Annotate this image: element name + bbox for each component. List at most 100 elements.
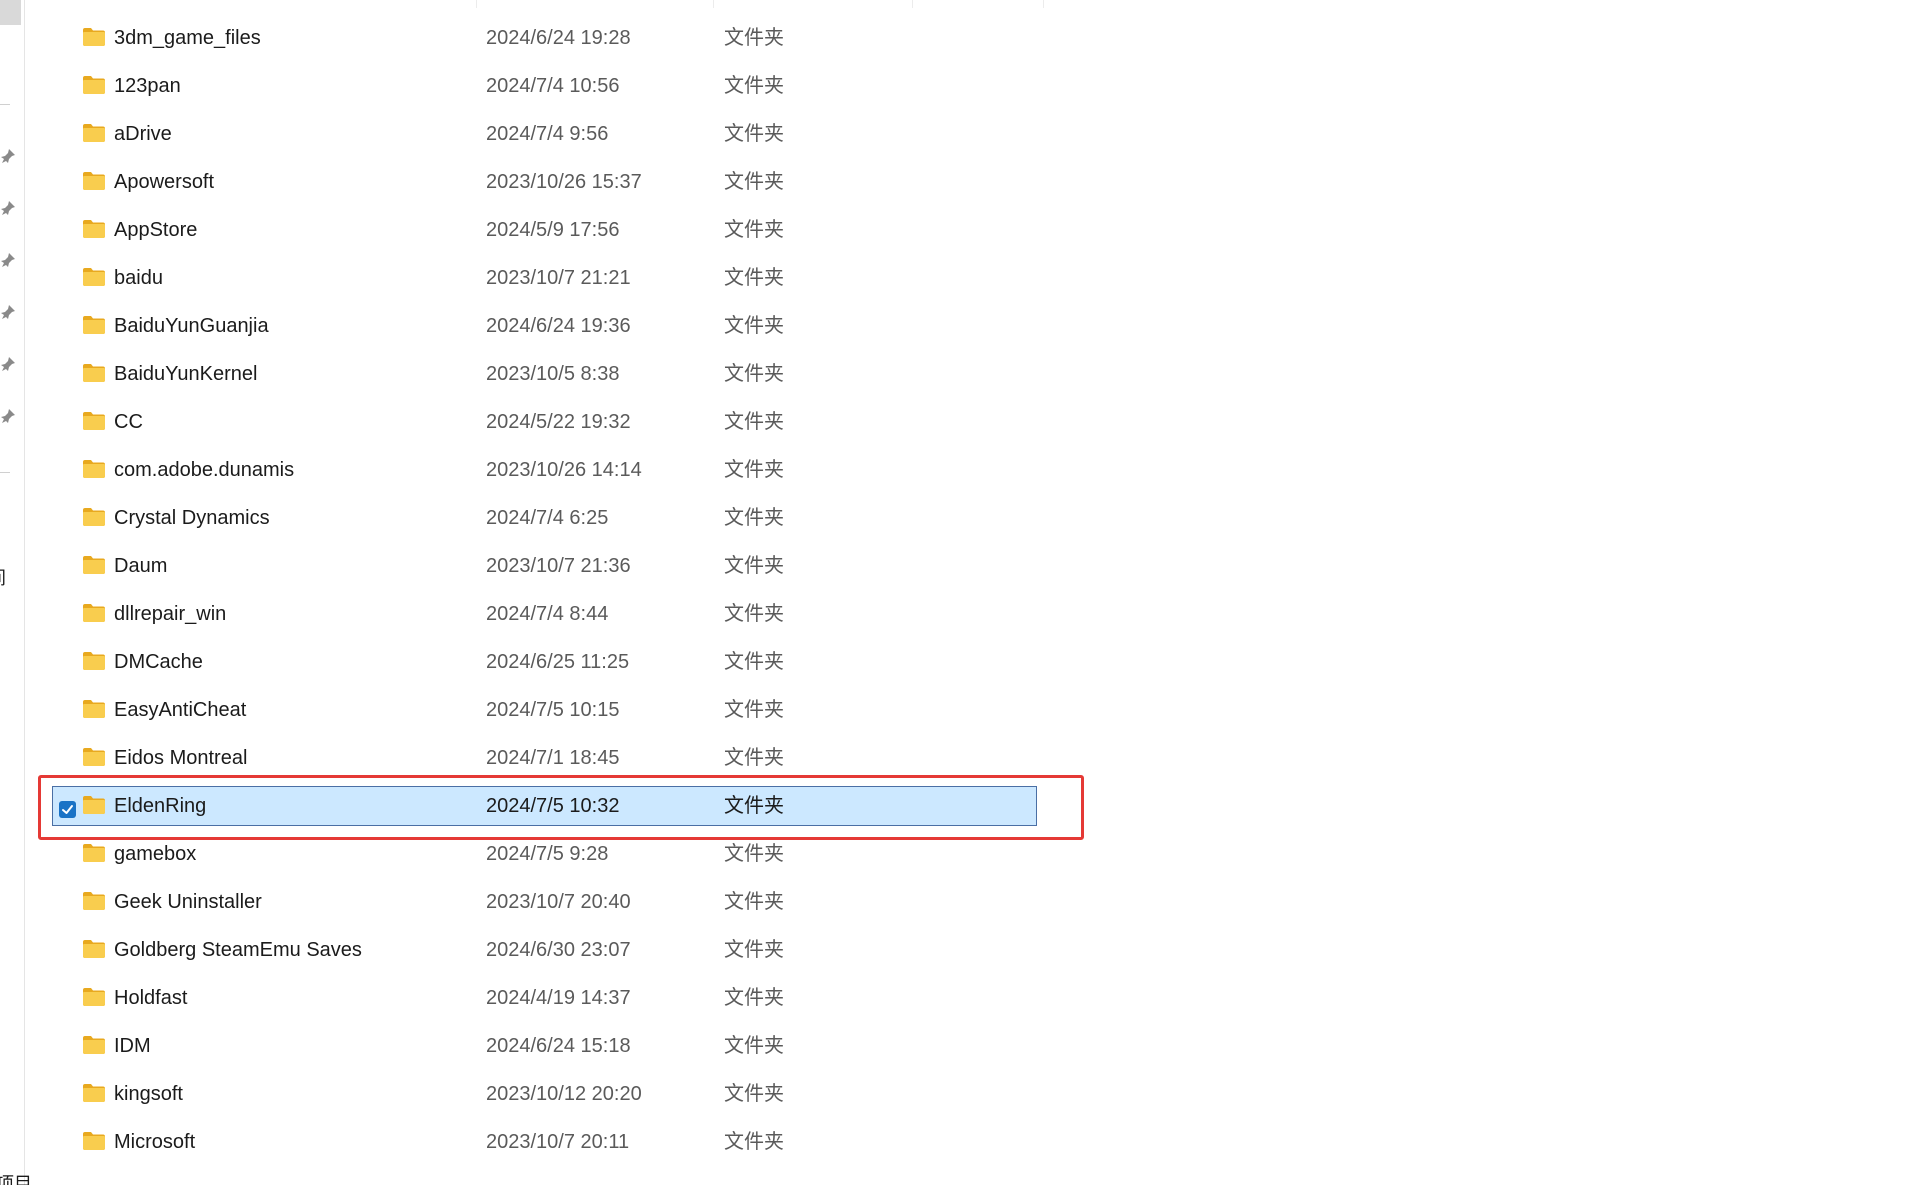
file-name: Apowersoft — [114, 171, 215, 193]
pin-icon[interactable] — [0, 200, 16, 216]
file-row[interactable]: gamebox 2024/7/5 9:28 文件夹 — [52, 834, 1037, 882]
file-row[interactable]: com.adobe.dunamis 2023/10/26 14:14 文件夹 — [52, 450, 1037, 498]
modified-date: 2023/10/26 14:14 — [486, 459, 642, 481]
file-type: 文件夹 — [724, 1035, 784, 1057]
file-type: 文件夹 — [724, 1083, 784, 1105]
modified-date: 2024/7/5 10:32 — [486, 795, 620, 817]
nav-scrollbar-thumb[interactable] — [0, 0, 21, 25]
file-row[interactable]: Microsoft 2023/10/7 20:11 文件夹 — [52, 1122, 1037, 1170]
file-type: 文件夹 — [724, 267, 784, 289]
checkbox[interactable] — [59, 801, 76, 818]
file-row[interactable]: kingsoft 2023/10/12 20:20 文件夹 — [52, 1074, 1037, 1122]
file-name: EldenRing — [114, 795, 207, 817]
pin-icon[interactable] — [0, 304, 16, 320]
file-row[interactable]: EasyAntiCheat 2024/7/5 10:15 文件夹 — [52, 690, 1037, 738]
file-name: kingsoft — [114, 1083, 183, 1105]
modified-date: 2024/7/4 9:56 — [486, 123, 609, 145]
folder-icon — [83, 1036, 105, 1054]
file-type: 文件夹 — [724, 747, 784, 769]
file-row[interactable]: Apowersoft 2023/10/26 15:37 文件夹 — [52, 162, 1037, 210]
modified-date: 2023/10/7 21:36 — [486, 555, 631, 577]
file-row[interactable]: 123pan 2024/7/4 10:56 文件夹 — [52, 66, 1037, 114]
file-row[interactable]: IDM 2024/6/24 15:18 文件夹 — [52, 1026, 1037, 1074]
file-name: EasyAntiCheat — [114, 699, 247, 721]
file-type: 文件夹 — [724, 363, 784, 385]
file-row[interactable]: AppStore 2024/5/9 17:56 文件夹 — [52, 210, 1037, 258]
folder-icon — [83, 508, 105, 526]
file-type: 文件夹 — [724, 27, 784, 49]
pin-icon[interactable] — [0, 148, 16, 164]
modified-date: 2023/10/7 20:40 — [486, 891, 631, 913]
modified-date: 2024/5/9 17:56 — [486, 219, 620, 241]
file-row-selected[interactable]: EldenRing 2024/7/5 10:32 文件夹 — [52, 786, 1037, 826]
modified-date: 2024/6/24 19:36 — [486, 315, 631, 337]
folder-icon — [83, 460, 105, 478]
folder-icon — [83, 1084, 105, 1102]
file-type: 文件夹 — [724, 171, 784, 193]
file-row[interactable]: BaiduYunKernel 2023/10/5 8:38 文件夹 — [52, 354, 1037, 402]
file-name: DMCache — [114, 651, 203, 673]
file-name: Eidos Montreal — [114, 747, 248, 769]
modified-date: 2024/7/1 18:45 — [486, 747, 620, 769]
column-separator[interactable] — [476, 0, 477, 8]
column-separator[interactable] — [912, 0, 913, 8]
folder-icon — [83, 892, 105, 910]
file-type: 文件夹 — [724, 843, 784, 865]
file-name: Goldberg SteamEmu Saves — [114, 939, 362, 961]
file-type: 文件夹 — [724, 939, 784, 961]
file-type: 文件夹 — [724, 411, 784, 433]
file-row[interactable]: baidu 2023/10/7 21:21 文件夹 — [52, 258, 1037, 306]
file-row[interactable]: Holdfast 2024/4/19 14:37 文件夹 — [52, 978, 1037, 1026]
file-row[interactable]: Eidos Montreal 2024/7/1 18:45 文件夹 — [52, 738, 1037, 786]
file-name: Microsoft — [114, 1131, 196, 1153]
file-type: 文件夹 — [724, 219, 784, 241]
file-type: 文件夹 — [724, 795, 784, 817]
file-row[interactable]: aDrive 2024/7/4 9:56 文件夹 — [52, 114, 1037, 162]
file-list: 3dm_game_files 2024/6/24 19:28 文件夹 123pa… — [52, 18, 1052, 1170]
modified-date: 2024/6/24 19:28 — [486, 27, 631, 49]
file-name: baidu — [114, 267, 163, 289]
column-separator[interactable] — [1043, 0, 1044, 8]
file-row[interactable]: BaiduYunGuanjia 2024/6/24 19:36 文件夹 — [52, 306, 1037, 354]
file-type: 文件夹 — [724, 315, 784, 337]
file-type: 文件夹 — [724, 555, 784, 577]
file-name: 123pan — [114, 75, 181, 97]
modified-date: 2024/7/5 9:28 — [486, 843, 609, 865]
file-row[interactable]: Geek Uninstaller 2023/10/7 20:40 文件夹 — [52, 882, 1037, 930]
nav-divider — [0, 104, 10, 105]
navigation-pane: 间 项目 — [0, 0, 32, 1185]
file-type: 文件夹 — [724, 891, 784, 913]
pin-icon[interactable] — [0, 356, 16, 372]
folder-icon — [83, 220, 105, 238]
checkmark-icon — [62, 805, 73, 814]
file-row[interactable]: DMCache 2024/6/25 11:25 文件夹 — [52, 642, 1037, 690]
folder-icon — [83, 940, 105, 958]
folder-icon — [83, 364, 105, 382]
column-separator[interactable] — [713, 0, 714, 8]
folder-icon — [83, 124, 105, 142]
nav-divider — [0, 472, 10, 473]
file-row[interactable]: dllrepair_win 2024/7/4 8:44 文件夹 — [52, 594, 1037, 642]
modified-date: 2023/10/26 15:37 — [486, 171, 642, 193]
nav-item-label[interactable]: 间 — [0, 564, 6, 590]
file-name: com.adobe.dunamis — [114, 459, 295, 481]
folder-icon — [83, 1132, 105, 1150]
pin-icon[interactable] — [0, 252, 16, 268]
file-row[interactable]: CC 2024/5/22 19:32 文件夹 — [52, 402, 1037, 450]
file-name: Holdfast — [114, 987, 188, 1009]
file-row[interactable]: Goldberg SteamEmu Saves 2024/6/30 23:07 … — [52, 930, 1037, 978]
modified-date: 2024/6/24 15:18 — [486, 1035, 631, 1057]
file-row[interactable]: Daum 2023/10/7 21:36 文件夹 — [52, 546, 1037, 594]
folder-icon — [83, 412, 105, 430]
folder-icon — [83, 988, 105, 1006]
file-row[interactable]: 3dm_game_files 2024/6/24 19:28 文件夹 — [52, 18, 1037, 66]
modified-date: 2023/10/12 20:20 — [486, 1083, 642, 1105]
file-name: 3dm_game_files — [114, 27, 261, 49]
pin-icon[interactable] — [0, 408, 16, 424]
file-row[interactable]: Crystal Dynamics 2024/7/4 6:25 文件夹 — [52, 498, 1037, 546]
file-name: Crystal Dynamics — [114, 507, 270, 529]
modified-date: 2024/6/25 11:25 — [486, 651, 630, 673]
file-explorer-window: 间 项目 3dm_game_files 2024/6/24 19:28 文件夹 … — [0, 0, 1920, 1185]
file-type: 文件夹 — [724, 987, 784, 1009]
file-name: gamebox — [114, 843, 197, 865]
